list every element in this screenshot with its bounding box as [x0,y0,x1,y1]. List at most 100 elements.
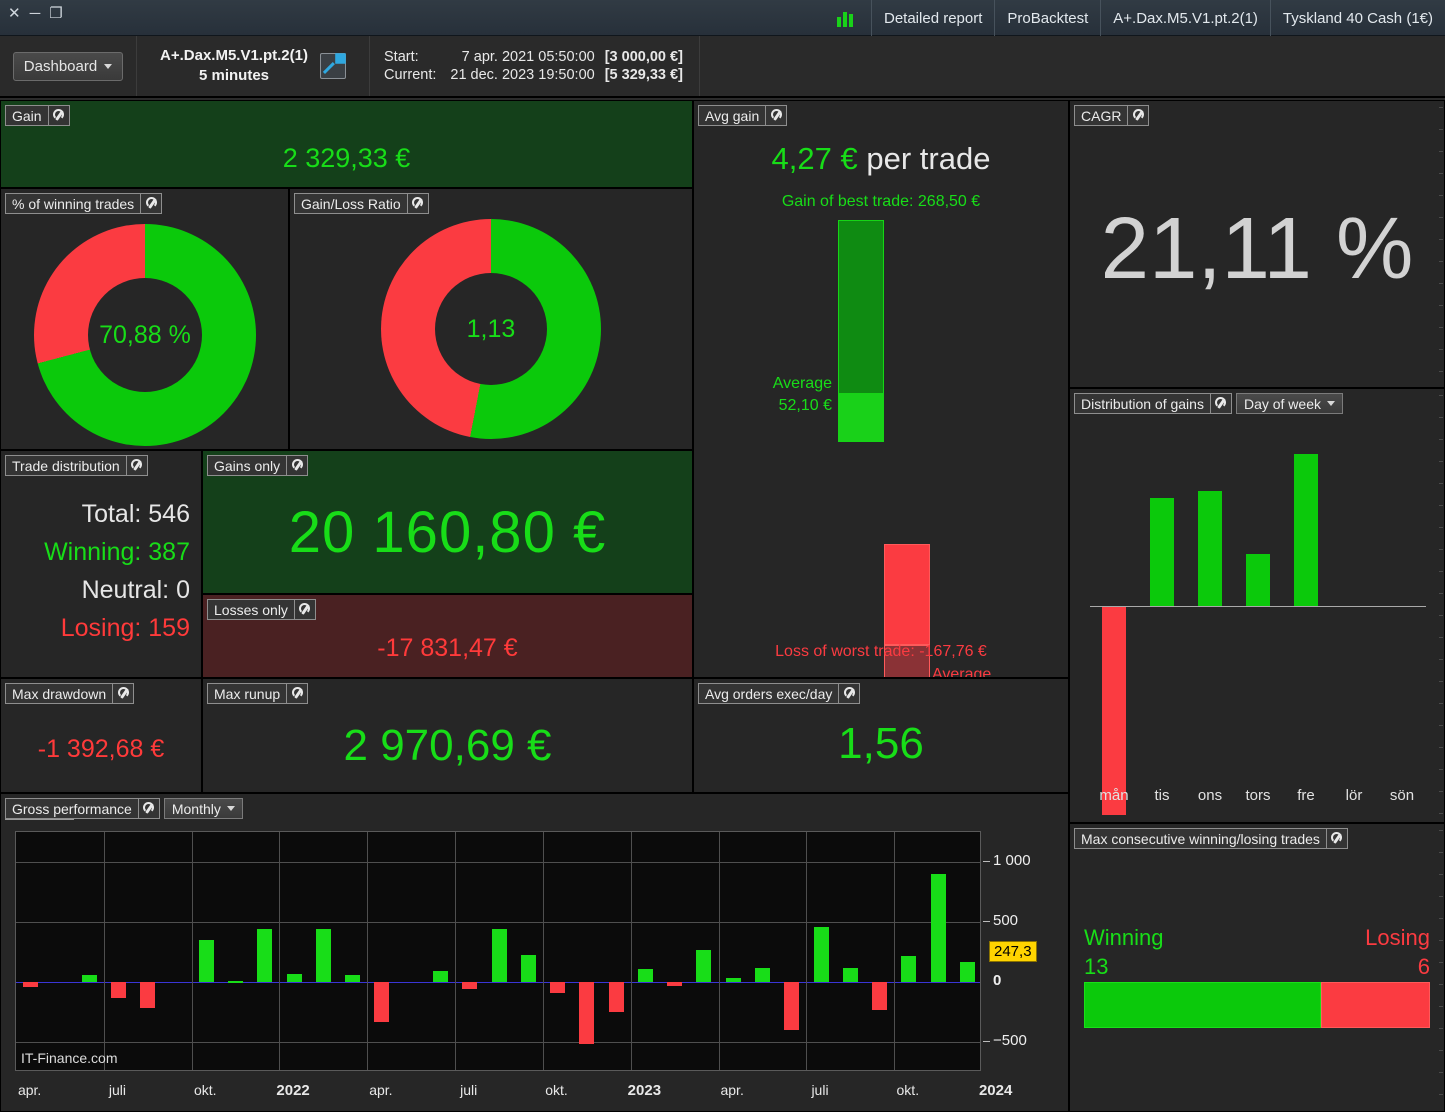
max-drawdown-value: -1 392,68 € [1,735,201,764]
panel-distribution-of-gains: Distribution of gains Day of week måntis… [1069,388,1445,823]
gear-icon[interactable] [839,683,860,704]
minimize-icon[interactable]: ─ [30,6,41,21]
winning-trades-value: 70,88 % [99,321,191,350]
y-axis-tick [983,1041,990,1042]
toolbar: Dashboard A+.Dax.M5.V1.pt.2(1) 5 minutes… [0,36,1445,98]
x-axis-label: juli [82,1082,152,1098]
gear-icon[interactable] [139,798,160,819]
gross-performance-plot [15,831,981,1071]
panel-cagr-label: CAGR [1074,105,1128,126]
consecutive-winning-annotation: Winning 13 [1084,924,1163,981]
gross-performance-zero-line [16,982,980,983]
gear-icon[interactable] [49,105,70,126]
gear-icon[interactable] [1327,828,1348,849]
x-axis-label: 2022 [258,1082,328,1099]
gain-loss-ratio-value: 1,13 [467,315,516,344]
restore-icon[interactable]: ❐ [49,6,62,21]
panel-gain: Gain 2 329,33 € [0,100,693,188]
dashboard-dropdown[interactable]: Dashboard [13,52,123,81]
panel-losses-only-label: Losses only [207,599,295,620]
gear-icon[interactable] [287,683,308,704]
panel-scroll-pips [1438,389,1443,822]
x-axis-label: okt. [170,1082,240,1098]
gear-icon[interactable] [1211,393,1232,414]
panel-gain-loss-ratio-title: Gain/Loss Ratio [294,193,429,214]
distribution-groupby-label: Day of week [1244,396,1321,412]
neutral-label: Neutral: [82,576,170,604]
gross-performance-period-dropdown[interactable]: Monthly [164,798,243,819]
panel-gross-performance-title: Gross performance Monthly [5,798,243,819]
window-controls: ✕ ─ ❐ [8,6,63,21]
gross-performance-bar [696,950,711,982]
panel-gain-label: Gain [5,105,49,126]
gross-performance-gridline [719,832,720,1070]
distribution-bar [1150,498,1174,606]
panel-scroll-pips [1438,101,1443,387]
panel-cagr-title: CAGR [1074,105,1149,126]
gross-performance-bar [82,975,97,982]
tab-instrument[interactable]: Tyskland 40 Cash (1€) [1270,0,1445,36]
tab-detailed-report[interactable]: Detailed report [871,0,994,36]
gross-performance-gridline [455,832,456,1070]
distribution-groupby-dropdown[interactable]: Day of week [1236,393,1343,414]
strategy-name-block: A+.Dax.M5.V1.pt.2(1) 5 minutes [160,46,308,87]
panel-max-runup-label: Max runup [207,683,287,704]
max-runup-value: 2 970,69 € [203,721,692,771]
distribution-x-label: sön [1372,787,1432,804]
panel-losses-only: Losses only -17 831,47 € [202,594,693,678]
close-icon[interactable]: ✕ [8,6,21,21]
gross-performance-bar [784,982,799,1030]
gear-icon[interactable] [408,193,429,214]
panel-avg-gain-label: Avg gain [698,105,766,126]
y-axis-label: 500 [993,912,1018,929]
panel-losses-only-title: Losses only [207,599,316,620]
gear-icon[interactable] [113,683,134,704]
losing-label: Losing: [61,614,142,642]
gross-performance-bar [521,955,536,982]
consecutive-losing-annotation: Losing 6 [1365,924,1430,981]
dashboard-select-cell: Dashboard [0,36,137,96]
avg-gain-amount: 4,27 € [772,141,858,176]
gear-icon[interactable] [295,599,316,620]
edit-icon[interactable] [320,53,346,79]
panel-gains-only-label: Gains only [207,455,287,476]
row-winning: Winning: 387 [44,533,190,571]
gear-icon[interactable] [287,455,308,476]
distribution-bar [1198,491,1222,606]
dashboard-label: Dashboard [24,58,97,75]
gross-performance-bar [257,929,272,982]
strategy-cell: A+.Dax.M5.V1.pt.2(1) 5 minutes [137,36,370,96]
avg-gain-suffix: per trade [858,141,991,176]
gain-loss-ratio-donut: 1,13 [381,219,601,439]
panel-gains-only: Gains only 20 160,80 € [202,450,693,594]
gear-icon[interactable] [766,105,787,126]
gross-performance-bar [638,969,653,982]
average-win-bar [838,393,884,442]
panel-avg-orders-title: Avg orders exec/day [698,683,860,704]
gross-performance-gridline [279,832,280,1070]
distribution-bar [1246,554,1270,606]
gross-performance-gridline [367,832,368,1070]
gross-performance-bar [726,978,741,982]
candles-icon [819,0,871,36]
gear-icon[interactable] [1128,105,1149,126]
gear-icon[interactable] [127,455,148,476]
gross-performance-bar [492,929,507,982]
consecutive-winning-bar [1084,982,1321,1028]
gross-performance-bar [228,981,243,983]
gross-performance-bar [550,982,565,993]
tab-strategy[interactable]: A+.Dax.M5.V1.pt.2(1) [1100,0,1270,36]
panel-cagr: CAGR 21,11 % [1069,100,1445,388]
tab-probacktest[interactable]: ProBacktest [994,0,1100,36]
gross-performance-gridline [806,832,807,1070]
panel-trade-distribution-label: Trade distribution [5,455,127,476]
gains-only-value: 20 160,80 € [203,499,692,566]
toolbar-spacer [700,36,1445,96]
current-label: Current: [384,66,450,84]
row-neutral: Neutral: 0 [44,571,190,609]
panel-max-consecutive-label: Max consecutive winning/losing trades [1074,828,1327,849]
start-amount: [3 000,00 €] [605,48,683,66]
average-loss-annotation: Average -112,15 € [932,664,1052,678]
gear-icon[interactable] [141,193,162,214]
winning-trades-donut: 70,88 % [34,224,256,446]
